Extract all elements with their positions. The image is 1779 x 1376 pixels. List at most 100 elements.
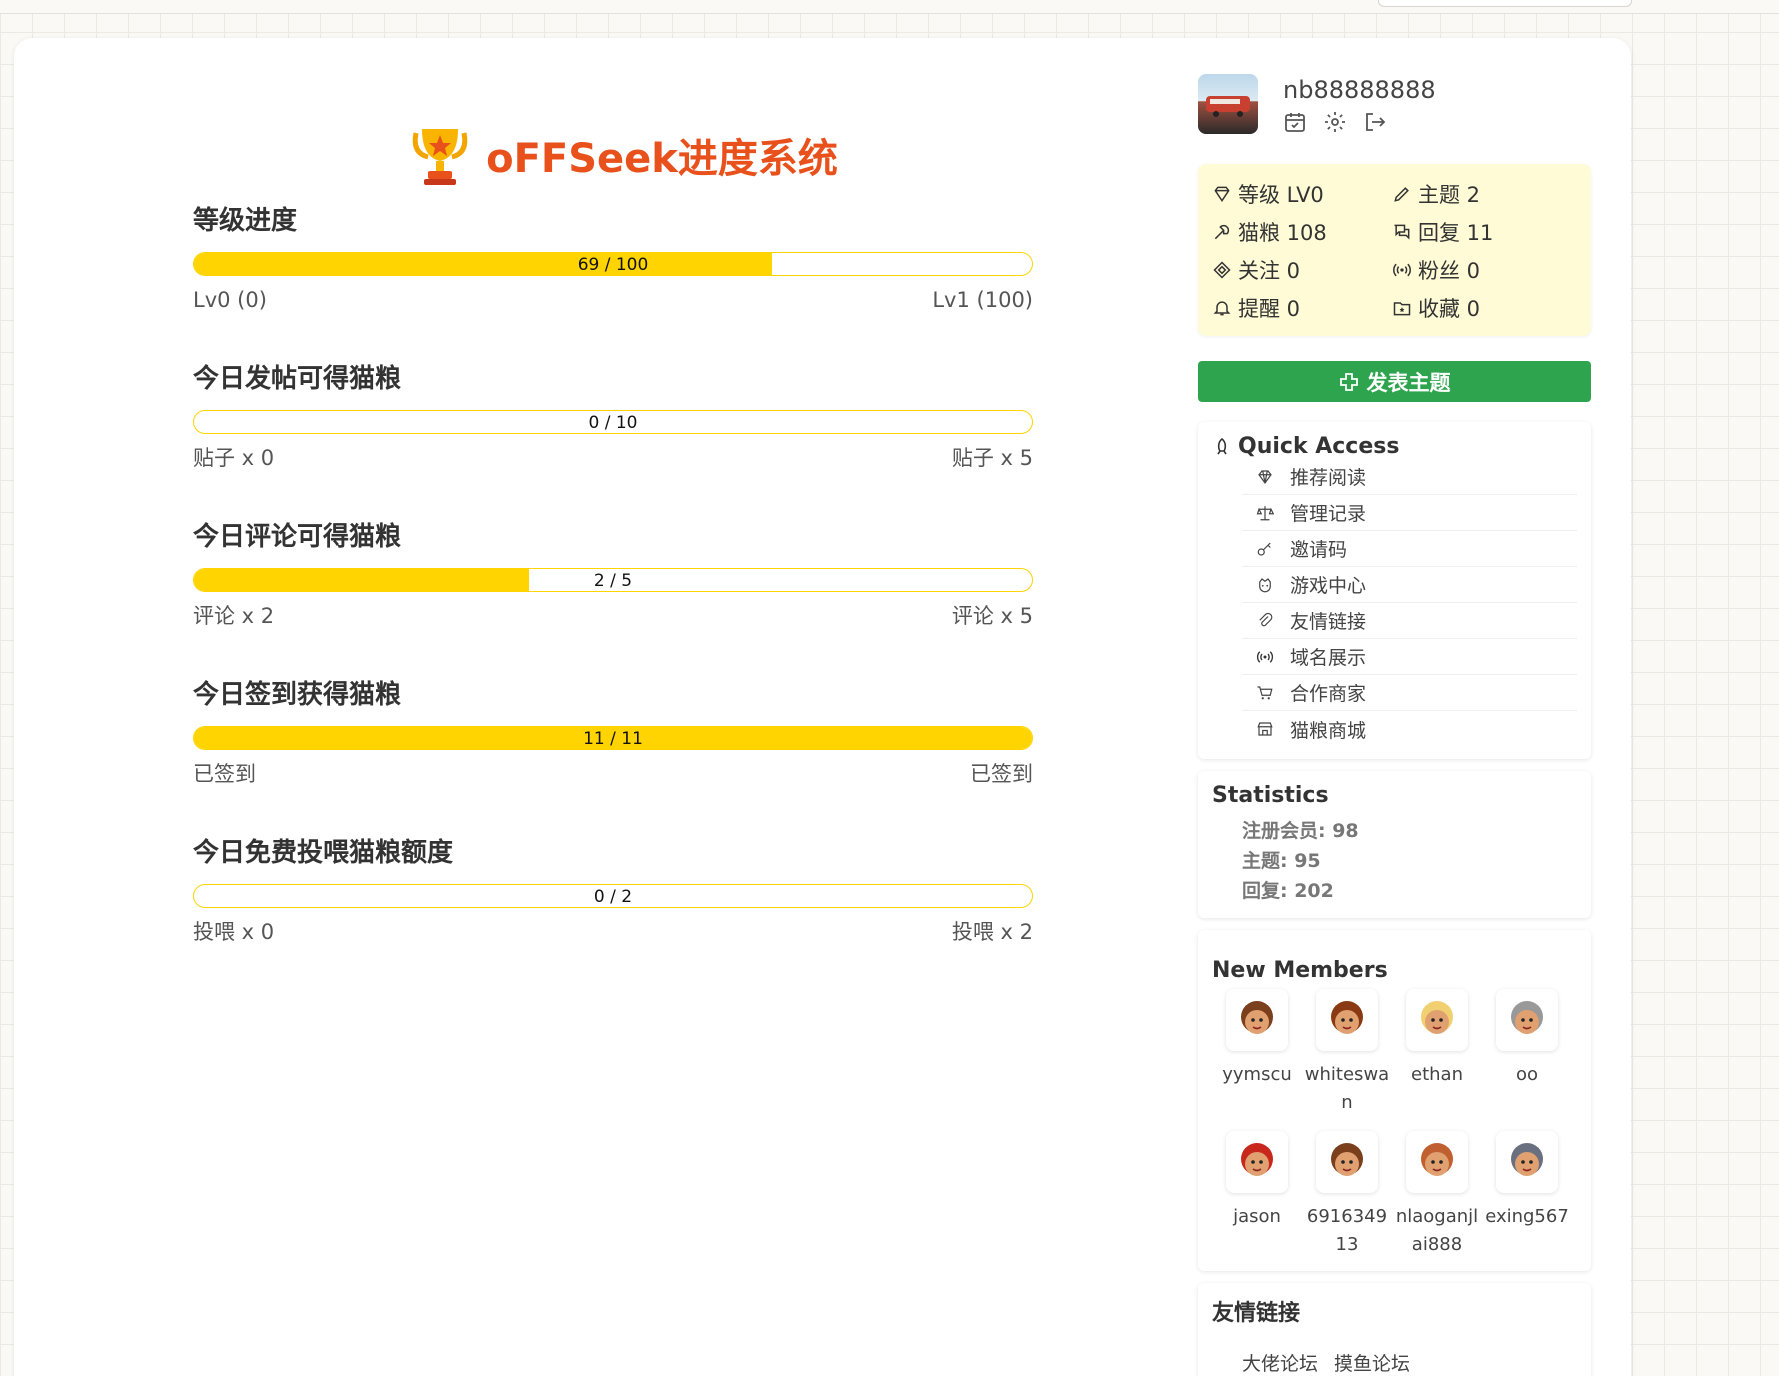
follow-icon	[1212, 260, 1232, 280]
progress-left-label: 已签到	[193, 762, 256, 786]
bell-icon	[1212, 298, 1232, 318]
user-stat[interactable]: 关注 0	[1212, 254, 1392, 286]
quick-access-item[interactable]: 猫粮商城	[1242, 711, 1577, 747]
member-item[interactable]: oo	[1482, 989, 1572, 1117]
cart-icon	[1256, 684, 1274, 702]
quick-access-item[interactable]: 友情链接	[1242, 603, 1577, 639]
user-stat[interactable]: 粉丝 0	[1392, 254, 1572, 286]
member-name: exing567	[1485, 1206, 1569, 1227]
search-box[interactable]	[1378, 0, 1632, 7]
progress-text: 0 / 10	[588, 413, 638, 433]
user-stat-label: 回复 11	[1418, 221, 1494, 245]
store-icon	[1256, 720, 1274, 738]
progress-left-label: 贴子 x 0	[193, 446, 275, 470]
progress-section: 等级进度 69 / 100 Lv0 (0) Lv1 (100)	[193, 204, 1033, 314]
friend-link[interactable]: 摸鱼论坛	[1334, 1349, 1410, 1376]
key-icon	[1256, 540, 1274, 558]
progress-section: 今日评论可得猫粮 2 / 5 评论 x 2 评论 x 5	[193, 520, 1033, 630]
member-item[interactable]: jason	[1212, 1131, 1302, 1259]
member-face-icon	[1331, 1143, 1363, 1176]
user-stat[interactable]: 回复 11	[1392, 216, 1572, 248]
member-item[interactable]: whiteswan	[1302, 989, 1392, 1117]
quick-access-label: 域名展示	[1290, 647, 1367, 669]
trophy-icon	[412, 129, 468, 185]
progress-section: 今日免费投喂猫粮额度 0 / 2 投喂 x 0 投喂 x 2	[193, 836, 1033, 946]
progress-text: 2 / 5	[593, 571, 633, 591]
member-item[interactable]: yymscu	[1212, 989, 1302, 1117]
friend-links-row: 大佬论坛 摸鱼论坛	[1242, 1349, 1577, 1376]
top-bar	[0, 0, 1779, 14]
progress-heading: 今日发帖可得猫粮	[193, 364, 402, 394]
username[interactable]: nb88888888	[1283, 76, 1436, 104]
progress-bar: 0 / 2	[193, 884, 1033, 908]
game-icon	[1256, 576, 1274, 594]
member-face-icon	[1511, 1001, 1543, 1034]
calendar-check-icon[interactable]	[1283, 110, 1307, 134]
user-stat[interactable]: 等级 LV0	[1212, 178, 1392, 210]
progress-bar: 11 / 11	[193, 726, 1033, 750]
members-grid: yymscu whiteswan ethan oo jason 691634913 nlao…	[1212, 989, 1577, 1259]
user-stat-label: 提醒 0	[1238, 297, 1301, 321]
progress-left-label: 投喂 x 0	[193, 920, 275, 944]
quick-access-item[interactable]: 推荐阅读	[1242, 459, 1577, 495]
post-topic-button[interactable]: 发表主题	[1198, 361, 1591, 402]
friend-link[interactable]: 大佬论坛	[1242, 1349, 1318, 1376]
member-item[interactable]: 691634913	[1302, 1131, 1392, 1259]
quick-access-item[interactable]: 合作商家	[1242, 675, 1577, 711]
progress-left-label: Lv0 (0)	[193, 288, 267, 312]
star-folder-icon	[1392, 298, 1412, 318]
member-face-icon	[1241, 1143, 1273, 1176]
member-avatar[interactable]	[1496, 989, 1558, 1051]
quick-access-item[interactable]: 邀请码	[1242, 531, 1577, 567]
user-stat[interactable]: 收藏 0	[1392, 292, 1572, 324]
progress-text: 69 / 100	[577, 255, 649, 275]
member-name: oo	[1515, 1064, 1539, 1085]
progress-labels: 贴子 x 0 贴子 x 5	[193, 444, 1033, 472]
statistics-title: Statistics	[1212, 783, 1329, 808]
quick-access-item[interactable]: 管理记录	[1242, 495, 1577, 531]
member-avatar[interactable]	[1496, 1131, 1558, 1193]
user-stat[interactable]: 提醒 0	[1212, 292, 1392, 324]
quick-access-list: 推荐阅读管理记录邀请码游戏中心友情链接域名展示合作商家猫粮商城	[1212, 459, 1577, 747]
member-avatar[interactable]	[1316, 1131, 1378, 1193]
new-members-panel: New Members yymscu whiteswan ethan oo jason 6…	[1198, 930, 1591, 1271]
progress-right-label: 贴子 x 5	[951, 446, 1033, 470]
statistics-line: 主题: 95	[1242, 850, 1321, 872]
user-avatar[interactable]	[1198, 74, 1258, 134]
logout-icon[interactable]	[1363, 110, 1387, 134]
sidebar: nb88888888 等级 LV0 主题 2 猫粮 108 回复 11 关注 0 粉丝 0…	[1198, 72, 1591, 1376]
user-stat[interactable]: 主题 2	[1392, 178, 1572, 210]
page-title-text: oFFSeek进度系统	[486, 136, 838, 182]
member-avatar[interactable]	[1226, 989, 1288, 1051]
member-avatar[interactable]	[1406, 989, 1468, 1051]
member-name: ethan	[1411, 1064, 1463, 1085]
rocket-icon	[1217, 437, 1227, 454]
member-name: 691634913	[1306, 1206, 1388, 1255]
progress-right-label: Lv1 (100)	[932, 288, 1033, 312]
progress-heading: 等级进度	[193, 206, 298, 236]
quick-access-label: 游戏中心	[1290, 575, 1367, 597]
member-item[interactable]: nlaoganjlai888	[1392, 1131, 1482, 1259]
quick-access-item[interactable]: 游戏中心	[1242, 567, 1577, 603]
quick-access-label: 友情链接	[1290, 611, 1367, 633]
progress-labels: 评论 x 2 评论 x 5	[193, 602, 1033, 630]
quick-access-label: 猫粮商城	[1290, 719, 1367, 742]
user-stat-label: 关注 0	[1238, 259, 1301, 283]
member-avatar[interactable]	[1406, 1131, 1468, 1193]
pencil-icon	[1392, 184, 1412, 204]
new-members-title: New Members	[1212, 958, 1388, 983]
member-avatar[interactable]	[1316, 989, 1378, 1051]
progress-heading: 今日免费投喂猫粮额度	[193, 838, 454, 868]
quick-access-label: 管理记录	[1290, 503, 1367, 525]
bus-photo-icon	[1206, 96, 1250, 117]
member-face-icon	[1331, 1001, 1363, 1034]
member-item[interactable]: exing567	[1482, 1131, 1572, 1259]
quick-access-title: Quick Access	[1212, 434, 1577, 459]
gear-icon[interactable]	[1323, 110, 1347, 134]
member-item[interactable]: ethan	[1392, 989, 1482, 1117]
progress-bar: 0 / 10	[193, 410, 1033, 434]
member-avatar[interactable]	[1226, 1131, 1288, 1193]
scale-icon	[1256, 504, 1274, 522]
user-stat[interactable]: 猫粮 108	[1212, 216, 1392, 248]
quick-access-item[interactable]: 域名展示	[1242, 639, 1577, 675]
